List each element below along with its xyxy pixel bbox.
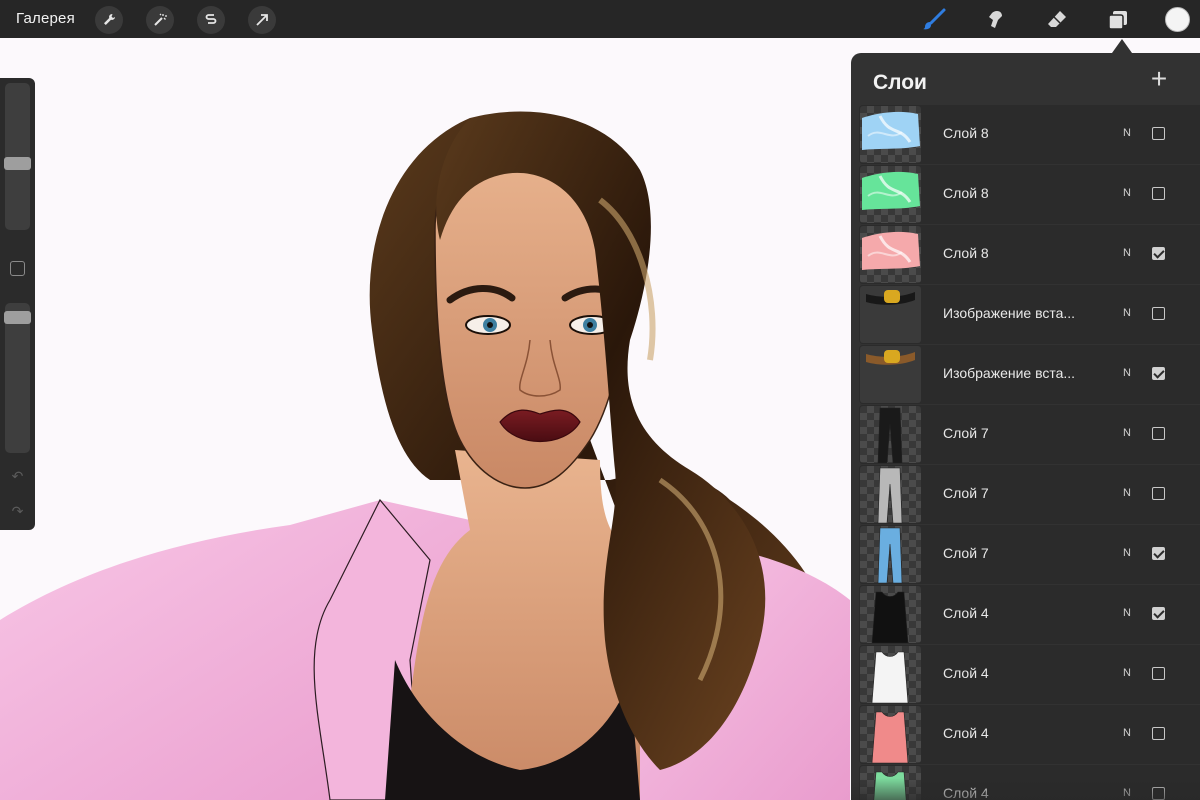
layer-thumbnail[interactable]	[860, 166, 921, 223]
layers-icon[interactable]	[1104, 6, 1132, 34]
opacity-slider[interactable]	[5, 303, 30, 453]
blend-mode-button[interactable]: N	[1123, 427, 1131, 439]
redo-icon[interactable]: ↷	[9, 503, 26, 520]
smudge-icon[interactable]	[981, 6, 1009, 34]
layer-row[interactable]: Слой 8 N	[859, 105, 1200, 164]
layer-name: Слой 4	[943, 725, 989, 741]
layer-name: Изображение вста...	[943, 305, 1076, 321]
layer-name: Слой 7	[943, 485, 989, 501]
layer-thumbnail[interactable]	[860, 406, 921, 463]
layer-row[interactable]: Изображение вста... N	[859, 285, 1200, 344]
layer-visibility-checkbox[interactable]	[1152, 607, 1165, 620]
panel-caret	[1112, 39, 1132, 53]
brush-size-thumb[interactable]	[4, 156, 31, 170]
layer-row[interactable]: Слой 7 N	[859, 405, 1200, 464]
layer-row[interactable]: Слой 4 N	[859, 705, 1200, 764]
layer-visibility-checkbox[interactable]	[1152, 667, 1165, 680]
brush-icon[interactable]	[920, 6, 948, 34]
plus-icon[interactable]: +	[1147, 65, 1171, 93]
layer-row[interactable]: Изображение вста... N	[859, 345, 1200, 404]
layer-row[interactable]: Слой 8 N	[859, 165, 1200, 224]
panel-bottom-shade	[851, 778, 1200, 800]
layer-thumbnail[interactable]	[860, 586, 921, 643]
layer-thumbnail[interactable]	[860, 646, 921, 703]
layer-thumbnail[interactable]	[860, 346, 921, 403]
layer-name: Слой 8	[943, 125, 989, 141]
layer-row[interactable]: Слой 8 N	[859, 225, 1200, 284]
layer-thumbnail[interactable]	[860, 706, 921, 763]
blend-mode-button[interactable]: N	[1123, 247, 1131, 259]
layer-row[interactable]: Слой 4 N	[859, 585, 1200, 644]
layer-visibility-checkbox[interactable]	[1152, 127, 1165, 140]
procreate-app: Галерея ↶ ↷ Слои + Слой 8 N Слой 8 N Сло…	[0, 0, 1200, 800]
layer-name: Слой 4	[943, 605, 989, 621]
blend-mode-button[interactable]: N	[1123, 727, 1131, 739]
blend-mode-button[interactable]: N	[1123, 367, 1131, 379]
layer-row[interactable]: Слой 4 N	[859, 645, 1200, 704]
blend-mode-button[interactable]: N	[1123, 307, 1131, 319]
layer-visibility-checkbox[interactable]	[1152, 187, 1165, 200]
layer-name: Слой 8	[943, 185, 989, 201]
layer-row[interactable]: Слой 7 N	[859, 465, 1200, 524]
top-toolbar: Галерея	[0, 0, 1200, 38]
layer-visibility-checkbox[interactable]	[1152, 727, 1165, 740]
blend-mode-button[interactable]: N	[1123, 607, 1131, 619]
blend-mode-button[interactable]: N	[1123, 187, 1131, 199]
blend-mode-button[interactable]: N	[1123, 487, 1131, 499]
layer-name: Слой 7	[943, 425, 989, 441]
layer-visibility-checkbox[interactable]	[1152, 367, 1165, 380]
blend-mode-button[interactable]: N	[1123, 547, 1131, 559]
layer-name: Слой 7	[943, 545, 989, 561]
layer-thumbnail[interactable]	[860, 466, 921, 523]
blend-mode-button[interactable]: N	[1123, 127, 1131, 139]
eraser-icon[interactable]	[1043, 6, 1071, 34]
panel-title: Слои	[873, 71, 927, 94]
layer-name: Слой 8	[943, 245, 989, 261]
gallery-button[interactable]: Галерея	[16, 10, 75, 27]
color-swatch[interactable]	[1165, 7, 1190, 32]
layer-row[interactable]: Слой 7 N	[859, 525, 1200, 584]
layer-visibility-checkbox[interactable]	[1152, 247, 1165, 260]
layer-visibility-checkbox[interactable]	[1152, 427, 1165, 440]
layer-thumbnail[interactable]	[860, 286, 921, 343]
modify-square-icon[interactable]	[10, 261, 25, 276]
blend-mode-button[interactable]: N	[1123, 667, 1131, 679]
wrench-icon[interactable]	[95, 6, 123, 34]
selection-s-icon[interactable]	[197, 6, 225, 34]
transform-arrow-icon[interactable]	[248, 6, 276, 34]
layers-panel: Слои + Слой 8 N Слой 8 N Слой 8 N Изображение …	[851, 53, 1200, 800]
layer-name: Слой 4	[943, 665, 989, 681]
left-sidebar: ↶ ↷	[0, 78, 35, 530]
layer-visibility-checkbox[interactable]	[1152, 307, 1165, 320]
magic-wand-icon[interactable]	[146, 6, 174, 34]
layer-thumbnail[interactable]	[860, 526, 921, 583]
layer-thumbnail[interactable]	[860, 106, 921, 163]
layer-visibility-checkbox[interactable]	[1152, 487, 1165, 500]
layer-name: Изображение вста...	[943, 365, 1076, 381]
undo-icon[interactable]: ↶	[9, 468, 26, 485]
layer-visibility-checkbox[interactable]	[1152, 547, 1165, 560]
layer-thumbnail[interactable]	[860, 226, 921, 283]
opacity-thumb[interactable]	[4, 311, 31, 325]
